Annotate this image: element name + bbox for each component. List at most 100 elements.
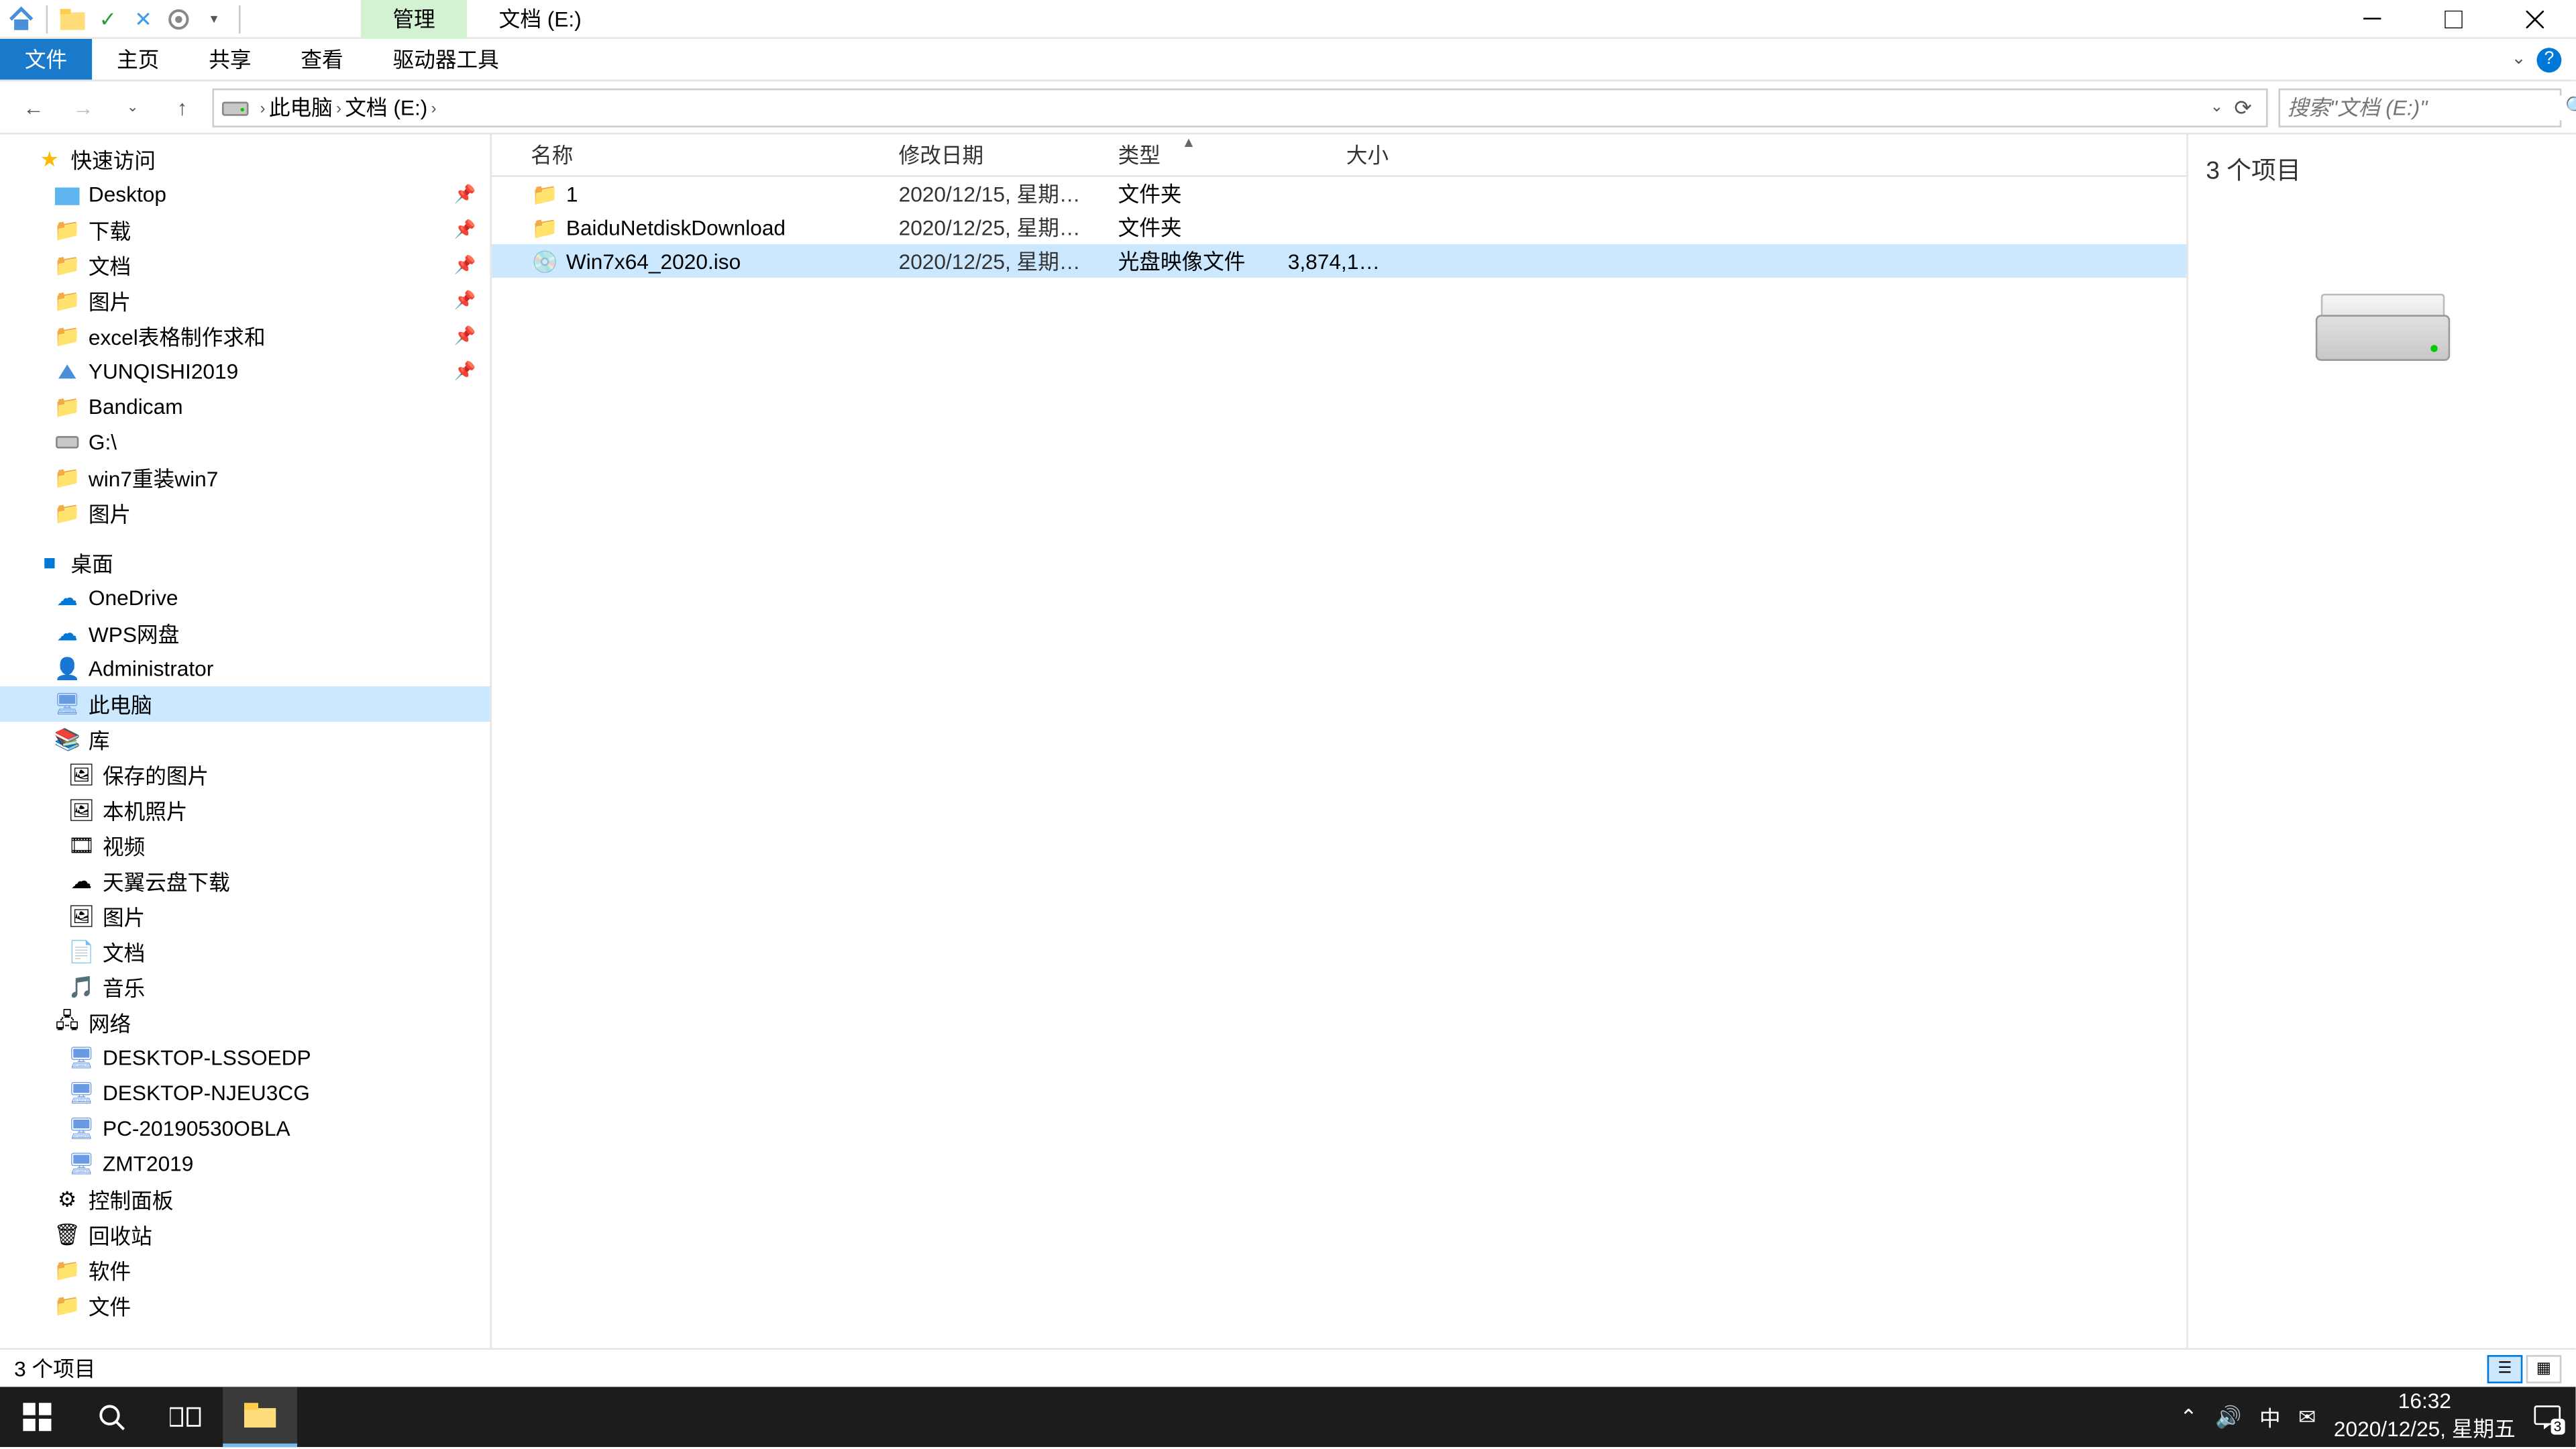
nav-software[interactable]: 📁软件 xyxy=(0,1252,490,1288)
ribbon-tab-drive-tools[interactable]: 驱动器工具 xyxy=(368,39,524,80)
explorer-window: ✓ ✕ ▾ 管理 文档 (E:) 文件 主页 xyxy=(0,0,2575,1387)
nav-lib-item[interactable]: 📄文档 xyxy=(0,934,490,969)
search-box[interactable]: 🔍 xyxy=(2278,88,2561,127)
help-icon[interactable]: ? xyxy=(2536,47,2561,72)
chevron-right-icon[interactable]: › xyxy=(336,98,341,115)
nav-lib-item[interactable]: 🎞视频 xyxy=(0,828,490,863)
nav-quick-item[interactable]: 📁Bandicam xyxy=(0,389,490,425)
nav-net-item[interactable]: 🖥PC-20190530OBLA xyxy=(0,1111,490,1146)
action-center-icon[interactable]: 3 xyxy=(2533,1403,2561,1431)
statusbar: 3 个项目 ☰ ▦ xyxy=(0,1348,2575,1387)
folder-icon xyxy=(53,358,81,386)
start-button[interactable] xyxy=(0,1387,74,1447)
nav-lib-item[interactable]: 🖼图片 xyxy=(0,899,490,934)
nav-quick-item[interactable]: Desktop📌 xyxy=(0,177,490,213)
ribbon-tab-file[interactable]: 文件 xyxy=(0,39,92,80)
address-path[interactable]: › 此电脑 › 文档 (E:) › ⌄ ⟳ xyxy=(212,88,2267,127)
nav-net-item[interactable]: 🖥DESKTOP-NJEU3CG xyxy=(0,1075,490,1111)
video-icon: 🎞 xyxy=(67,831,95,859)
thumbnails-view-button[interactable]: ▦ xyxy=(2526,1354,2562,1383)
file-row[interactable]: 📁1 2020/12/15, 星期二 1... 文件夹 xyxy=(492,177,2186,211)
file-row[interactable]: 💿Win7x64_2020.iso 2020/12/25, 星期五 1... 光… xyxy=(492,244,2186,278)
ime-indicator[interactable]: 中 xyxy=(2259,1402,2281,1432)
nav-net-item[interactable]: 🖥DESKTOP-LSSOEDP xyxy=(0,1040,490,1076)
ribbon-tab-share[interactable]: 共享 xyxy=(184,39,276,80)
desktop-icon: ■ xyxy=(36,548,64,576)
address-dropdown-icon[interactable]: ⌄ xyxy=(2210,97,2224,117)
nav-lib-item[interactable]: 🖼本机照片 xyxy=(0,792,490,828)
addressbar: ← → ⌄ ↑ › 此电脑 › 文档 (E:) › ⌄ ⟳ 🔍 xyxy=(0,81,2575,134)
drive-icon-large xyxy=(2311,294,2453,382)
nav-control-panel[interactable]: ⚙控制面板 xyxy=(0,1182,490,1218)
nav-desktop-root[interactable]: ■桌面 xyxy=(0,545,490,580)
folder-icon: 📁 xyxy=(53,216,81,244)
nav-network[interactable]: 🖧网络 xyxy=(0,1005,490,1040)
preview-item-count: 3 个项目 xyxy=(2206,152,2558,188)
nav-onedrive[interactable]: ☁OneDrive xyxy=(0,580,490,616)
check-icon[interactable]: ✓ xyxy=(94,5,122,33)
nav-docs-folder[interactable]: 📁文件 xyxy=(0,1288,490,1324)
chevron-right-icon[interactable]: › xyxy=(260,98,266,115)
up-button[interactable]: ↑ xyxy=(163,88,202,127)
nav-quick-item[interactable]: 📁文档📌 xyxy=(0,248,490,283)
breadcrumb-folder[interactable]: 文档 (E:) xyxy=(345,92,427,122)
search-button[interactable] xyxy=(74,1387,149,1447)
task-view-button[interactable] xyxy=(149,1387,223,1447)
search-input[interactable] xyxy=(2288,95,2565,119)
pin-icon: 📌 xyxy=(454,185,476,205)
chevron-right-icon[interactable]: › xyxy=(431,98,437,115)
nav-quick-access[interactable]: ★ 快速访问 xyxy=(0,142,490,177)
nav-admin[interactable]: 👤Administrator xyxy=(0,651,490,686)
refresh-icon[interactable]: ⟳ xyxy=(2227,95,2259,119)
folder-icon[interactable] xyxy=(58,5,87,33)
nav-recycle[interactable]: 🗑回收站 xyxy=(0,1217,490,1252)
search-icon[interactable]: 🔍 xyxy=(2565,95,2576,118)
close-button[interactable] xyxy=(2494,0,2575,38)
nav-lib-item[interactable]: ☁天翼云盘下载 xyxy=(0,863,490,899)
file-list: 名称 ▲ 修改日期 类型 大小 📁1 2020/12/15, 星期二 1... … xyxy=(492,134,2186,1348)
nav-lib-item[interactable]: 🎵音乐 xyxy=(0,969,490,1005)
maximize-button[interactable] xyxy=(2413,0,2494,38)
forward-button[interactable]: → xyxy=(64,88,103,127)
nav-quick-item[interactable]: 📁下载📌 xyxy=(0,212,490,248)
network-icon: 🖧 xyxy=(53,1008,81,1036)
nav-libraries[interactable]: 📚库 xyxy=(0,722,490,757)
column-size[interactable]: 大小 xyxy=(1277,134,1401,175)
nav-quick-item[interactable]: 📁win7重装win7 xyxy=(0,460,490,496)
nav-net-item[interactable]: 🖥ZMT2019 xyxy=(0,1146,490,1182)
nav-quick-item[interactable]: G:\ xyxy=(0,425,490,460)
document-icon: 📄 xyxy=(67,938,95,966)
file-explorer-taskbar-button[interactable] xyxy=(223,1387,297,1447)
nav-quick-item[interactable]: YUNQISHI2019📌 xyxy=(0,354,490,389)
column-date[interactable]: 修改日期 xyxy=(888,134,1108,175)
history-dropdown[interactable]: ⌄ xyxy=(113,88,152,127)
close-icon[interactable]: ✕ xyxy=(129,5,158,33)
ribbon-expand-icon[interactable]: ⌄ xyxy=(2512,50,2526,69)
ribbon-tab-home[interactable]: 主页 xyxy=(92,39,184,80)
music-icon: 🎵 xyxy=(67,973,95,1001)
file-row[interactable]: 📁BaiduNetdiskDownload 2020/12/25, 星期五 1.… xyxy=(492,211,2186,244)
nav-wps[interactable]: ☁WPS网盘 xyxy=(0,616,490,651)
breadcrumb-root[interactable]: 此电脑 xyxy=(269,92,333,122)
nav-this-pc[interactable]: 🖥此电脑 xyxy=(0,686,490,722)
ribbon-tab-view[interactable]: 查看 xyxy=(276,39,368,80)
mail-icon[interactable]: ✉ xyxy=(2298,1405,2316,1430)
pin-icon: 📌 xyxy=(454,256,476,275)
cloud-icon: ☁ xyxy=(53,584,81,612)
pin-icon: 📌 xyxy=(454,362,476,381)
volume-icon[interactable]: 🔊 xyxy=(2215,1405,2241,1430)
contextual-tab-manage[interactable]: 管理 xyxy=(361,0,467,38)
dropdown-icon[interactable]: ▾ xyxy=(200,5,228,33)
nav-quick-item[interactable]: 📁excel表格制作求和📌 xyxy=(0,319,490,354)
back-button[interactable]: ← xyxy=(14,88,53,127)
folder-icon: 📁 xyxy=(53,392,81,421)
column-name[interactable]: 名称 xyxy=(520,134,888,175)
clock[interactable]: 16:32 2020/12/25, 星期五 xyxy=(2334,1389,2516,1444)
tray-chevron-up-icon[interactable]: ⌃ xyxy=(2180,1405,2198,1430)
nav-quick-item[interactable]: 📁图片 xyxy=(0,495,490,531)
details-view-button[interactable]: ☰ xyxy=(2487,1354,2523,1383)
minimize-button[interactable] xyxy=(2332,0,2413,38)
nav-quick-item[interactable]: 📁图片📌 xyxy=(0,283,490,319)
gear-icon[interactable] xyxy=(164,5,193,33)
nav-lib-item[interactable]: 🖼保存的图片 xyxy=(0,757,490,793)
